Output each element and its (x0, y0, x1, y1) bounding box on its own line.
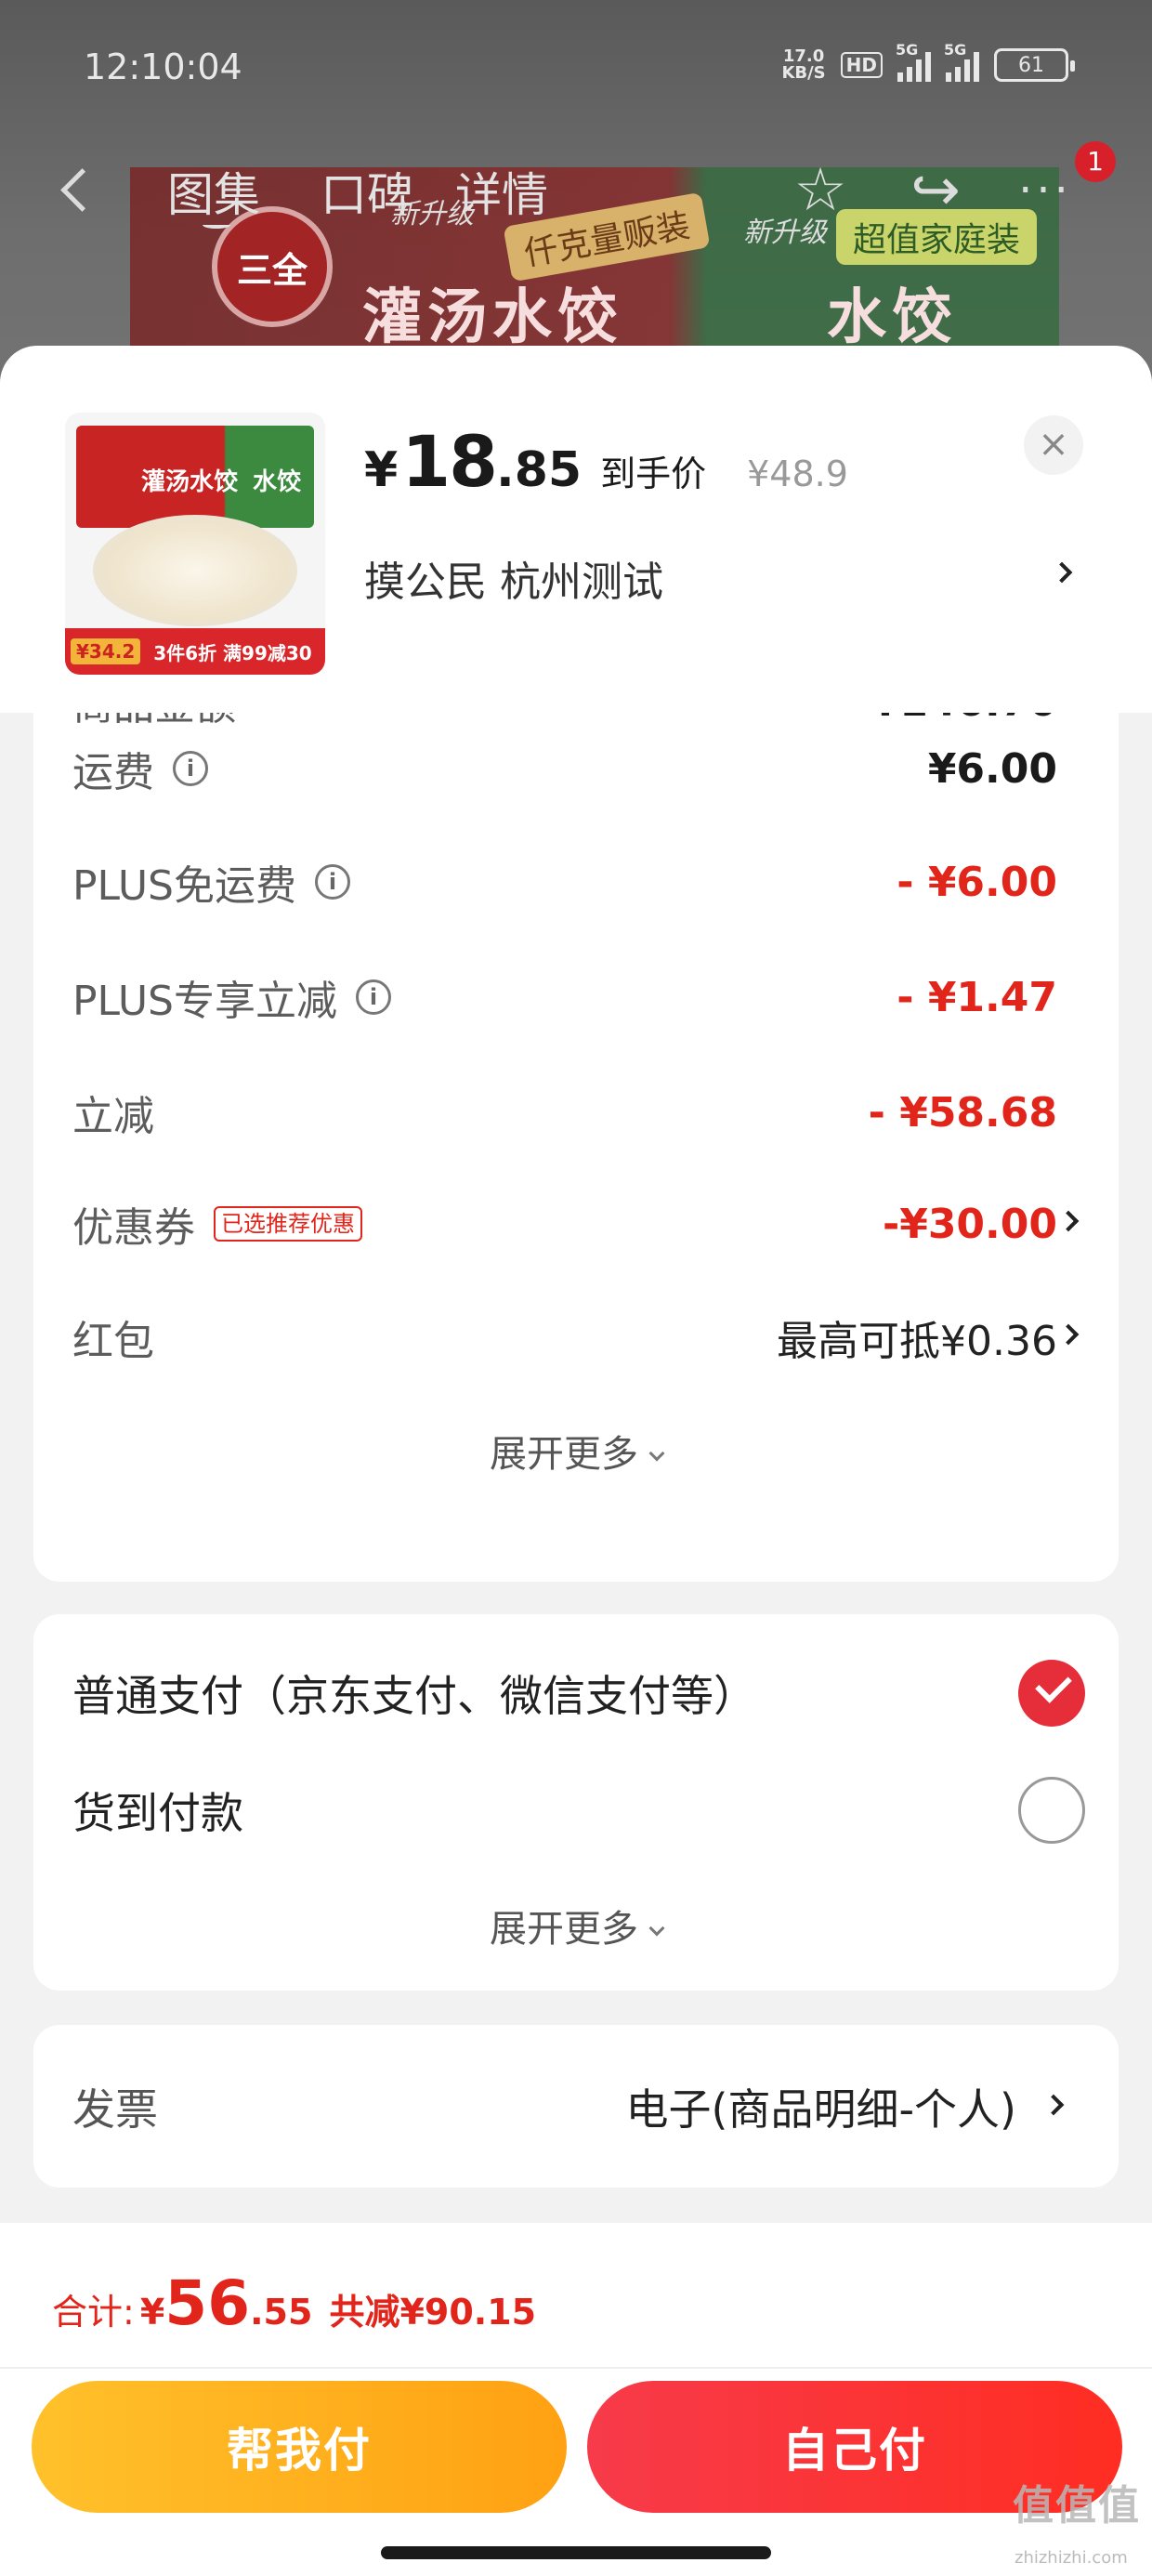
order-total: 合计: ¥ 56 .55 共减¥90.15 (52, 2267, 537, 2339)
payment-method-card: 普通支付（京东支付、微信支付等） 货到付款 展开更多 (33, 1614, 1119, 1991)
more-icon[interactable]: ··· (1013, 158, 1078, 223)
sheet-header: 灌汤水饺 水饺 ¥34.2 3件6折 满99减30 ¥ 18 .85 到手价 ¥… (0, 346, 1152, 713)
chevron-right-icon[interactable] (1042, 2094, 1067, 2118)
status-icons: 17.0 KB/S HD 5G 5G 61 (781, 41, 1075, 83)
divider (0, 2367, 1152, 2369)
product-title: 灌汤水饺 (362, 283, 622, 352)
recommended-coupon-badge: 已选推荐优惠 (214, 1206, 362, 1242)
radio-checked-icon[interactable] (1018, 1660, 1085, 1727)
expand-more-button[interactable]: 展开更多 (33, 1899, 1119, 1952)
invoice-value: 电子(商品明细-个人) (625, 2084, 1017, 2135)
promo-text: 3件6折 满99减30 (153, 641, 312, 664)
product-thumbnail: 灌汤水饺 水饺 ¥34.2 3件6折 满99减30 (65, 413, 325, 675)
notification-badge: 1 (1075, 141, 1116, 182)
original-price: ¥48.9 (747, 453, 848, 494)
home-indicator[interactable] (381, 2546, 771, 2559)
signal-icon: 5G (896, 41, 931, 82)
delivery-address[interactable]: 摸公民 杭州测试 (364, 548, 663, 608)
invoice-label: 发票 (72, 2084, 158, 2135)
total-savings: 共减¥90.15 (329, 2292, 537, 2333)
info-icon[interactable]: i (315, 864, 350, 900)
tab-gallery[interactable]: 图集 (167, 158, 260, 225)
fee-row-instant-discount: 立减 - ¥58.68 (72, 1088, 1057, 1141)
payment-option-standard[interactable]: 普通支付（京东支付、微信支付等） (72, 1651, 1085, 1735)
product-title: 水饺 (827, 283, 957, 352)
watermark-url: zhizhizhi.com (1015, 2548, 1128, 2568)
fee-value: ¥6.00 (927, 744, 1057, 793)
final-price-label: 到手价 (600, 453, 707, 494)
star-icon[interactable]: ☆ (788, 158, 853, 223)
payment-option-cod[interactable]: 货到付款 (72, 1768, 1085, 1852)
status-bar: 12:10:04 17.0 KB/S HD 5G 5G 61 (0, 0, 1152, 139)
thumbnail-promo-strip: ¥34.2 3件6折 满99减30 (65, 628, 325, 675)
network-speed: 17.0 KB/S (781, 46, 826, 83)
fee-value: -¥30.00 (882, 1200, 1057, 1248)
fee-value: - ¥6.00 (897, 858, 1057, 906)
radio-unchecked-icon[interactable] (1018, 1777, 1085, 1844)
tab-details[interactable]: 详情 (455, 158, 548, 225)
fee-details-card: 商品金额 ¥146.70 运费 i ¥6.00 PLUS免运费 i - ¥6.0… (33, 643, 1119, 1582)
expand-more-button[interactable]: 展开更多 (33, 1424, 1119, 1478)
chevron-right-icon[interactable] (1057, 1210, 1081, 1234)
fee-row-red-packet[interactable]: 红包 最高可抵¥0.36 (72, 1305, 1080, 1370)
status-time: 12:10:04 (84, 46, 242, 87)
dumpling-plate (93, 515, 297, 626)
chevron-right-icon[interactable] (1057, 1323, 1081, 1347)
product-nav-bar: 图集 口碑 详情 ☆ ↪ ··· 1 (0, 141, 1152, 232)
fee-value: - ¥1.47 (897, 973, 1057, 1021)
invoice-card[interactable]: 发票 电子(商品明细-个人) (33, 2025, 1119, 2188)
fee-row-plus-free-shipping: PLUS免运费 i - ¥6.00 (72, 858, 1057, 911)
bottom-action-bar: 合计: ¥ 56 .55 共减¥90.15 帮我付 自己付 (0, 2223, 1152, 2576)
tab-reviews[interactable]: 口碑 (321, 158, 413, 225)
info-icon[interactable]: i (356, 979, 391, 1015)
fee-row-coupon[interactable]: 优惠券 已选推荐优惠 -¥30.00 (72, 1191, 1080, 1256)
back-icon[interactable] (56, 162, 93, 217)
fee-value: 最高可抵¥0.36 (777, 1318, 1057, 1365)
battery-icon: 61 (994, 48, 1075, 82)
info-icon[interactable]: i (173, 751, 208, 786)
fee-row-shipping: 运费 i ¥6.00 (72, 744, 1057, 797)
chevron-right-icon[interactable] (1051, 561, 1082, 598)
tab-active-indicator (203, 221, 230, 229)
thumbnail-package: 灌汤水饺 水饺 (76, 426, 314, 528)
fee-row-plus-discount: PLUS专享立减 i - ¥1.47 (72, 973, 1057, 1026)
watermark-logo: 值值值 (1013, 2482, 1141, 2530)
chevron-down-icon (648, 1445, 665, 1462)
chevron-down-icon (648, 1920, 665, 1937)
close-icon[interactable]: × (1024, 415, 1083, 475)
signal-icon: 5G (944, 41, 979, 82)
help-me-pay-button[interactable]: 帮我付 (32, 2381, 567, 2513)
share-icon[interactable]: ↪ (903, 158, 968, 223)
hd-icon: HD (840, 52, 883, 78)
fee-value: - ¥58.68 (868, 1088, 1057, 1137)
promo-price: ¥34.2 (71, 638, 141, 664)
final-price: ¥ 18 .85 到手价 ¥48.9 (364, 420, 848, 503)
